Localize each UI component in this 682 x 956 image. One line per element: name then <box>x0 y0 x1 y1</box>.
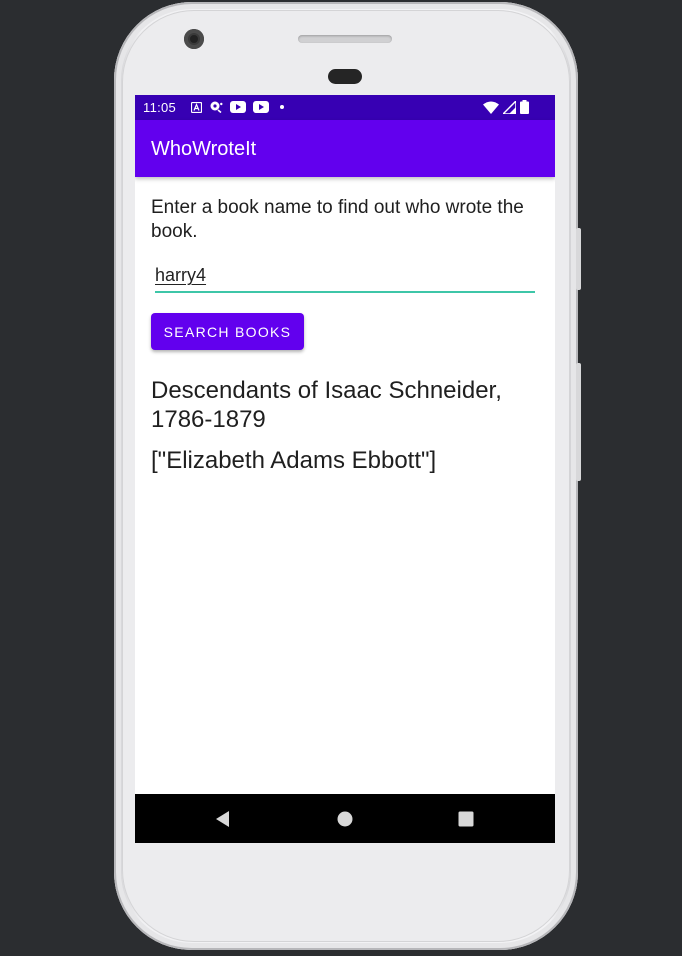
search-input[interactable]: harry4 <box>155 265 206 286</box>
pinwheel-icon <box>210 101 223 113</box>
wifi-icon <box>483 101 499 114</box>
status-bar: 11:05 <box>135 95 555 120</box>
back-button[interactable] <box>193 794 253 843</box>
volume-button <box>576 228 581 290</box>
home-icon <box>337 811 353 826</box>
text-a-icon <box>191 101 202 113</box>
app-title: WhoWroteIt <box>151 138 257 160</box>
recents-button[interactable] <box>436 794 496 843</box>
recents-icon <box>458 811 474 826</box>
search-input-field[interactable]: harry4 <box>155 261 535 293</box>
youtube-icon <box>253 101 269 113</box>
back-icon <box>216 810 229 827</box>
app-bar: WhoWroteIt <box>135 120 555 177</box>
earpiece-speaker <box>298 35 392 43</box>
notification-icons <box>191 101 288 113</box>
instruction-text: Enter a book name to find out who wrote … <box>151 197 524 242</box>
result-book-title: Descendants of Isaac Schneider, 1786-187… <box>151 377 502 433</box>
device-screen: 11:05 WhoWroteIt Enter a book name to fi… <box>135 95 555 843</box>
youtube-icon <box>230 101 246 113</box>
navigation-bar <box>135 794 555 843</box>
power-button <box>576 363 581 481</box>
result-book-authors: ["Elizabeth Adams Ebbott"] <box>151 447 437 474</box>
proximity-sensor <box>328 69 362 84</box>
status-time: 11:05 <box>143 100 177 115</box>
signal-icon <box>503 100 516 114</box>
search-books-button[interactable]: SEARCH BOOKS <box>151 313 304 350</box>
dot-icon <box>280 105 284 109</box>
system-icons <box>483 100 529 114</box>
home-button[interactable] <box>315 794 375 843</box>
front-camera <box>184 29 204 49</box>
battery-icon <box>520 100 529 114</box>
